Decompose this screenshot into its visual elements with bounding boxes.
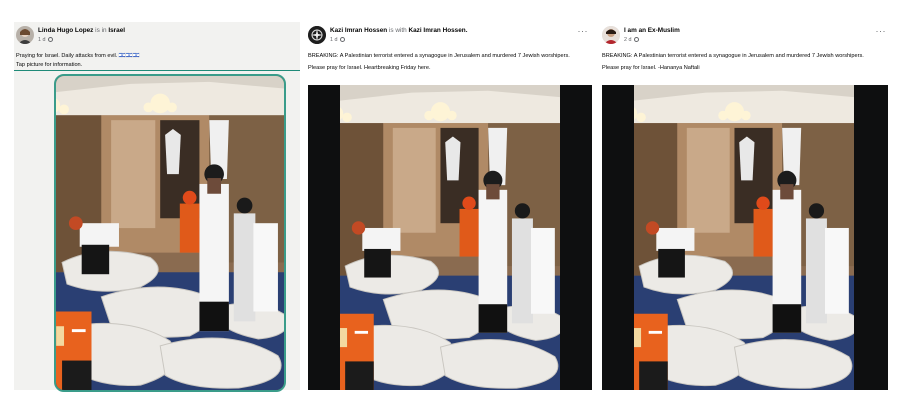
timestamp-row: 1 d bbox=[38, 37, 53, 43]
post-card-3: I am an Ex-Muslim 2 d ··· BREAKING: A Pa… bbox=[600, 22, 890, 390]
post-card-1: Linda Hugo Lopez is in Israel 1 d Prayin… bbox=[14, 22, 300, 392]
more-options-icon[interactable]: ··· bbox=[578, 26, 589, 36]
post-text: Praying for Israel. Daily attacks from e… bbox=[16, 52, 296, 69]
photo-content bbox=[634, 85, 854, 390]
post-text-line: BREAKING: A Palestinian terrorist entere… bbox=[308, 53, 570, 59]
author-line: Kazi Imran Hossen is with Kazi Imran Hos… bbox=[330, 27, 467, 34]
author-line: Linda Hugo Lopez is in Israel bbox=[38, 27, 125, 34]
post-text-line: Please pray for Israel. -Hananya Naftali bbox=[602, 64, 700, 71]
author-name[interactable]: Kazi Imran Hossen bbox=[330, 27, 387, 34]
timestamp[interactable]: 1 d bbox=[38, 37, 46, 43]
connector-text: is with bbox=[388, 27, 407, 34]
timestamp-row: 1 d bbox=[330, 37, 345, 43]
post-text: BREAKING: A Palestinian terrorist entere… bbox=[602, 52, 886, 72]
more-options-icon[interactable]: ··· bbox=[876, 26, 887, 36]
avatar[interactable] bbox=[16, 26, 34, 44]
post-text-line: Please pray for Israel. Heartbreaking Fr… bbox=[308, 64, 431, 71]
author-line: I am an Ex-Muslim bbox=[624, 27, 680, 34]
timestamp[interactable]: 2 d bbox=[624, 37, 632, 43]
author-name[interactable]: I am an Ex-Muslim bbox=[624, 27, 680, 34]
avatar[interactable] bbox=[308, 26, 326, 44]
post-text-line: Praying for Israel. Daily attacks from e… bbox=[16, 53, 140, 59]
post-photo[interactable] bbox=[54, 74, 286, 392]
globe-icon bbox=[340, 37, 345, 42]
avatar[interactable] bbox=[602, 26, 620, 44]
globe-icon bbox=[634, 37, 639, 42]
place-link[interactable]: Israel bbox=[108, 27, 125, 34]
timestamp-row: 2 d bbox=[624, 37, 639, 43]
post-text-line: BREAKING: A Palestinian terrorist entere… bbox=[602, 53, 864, 59]
photo-content bbox=[340, 85, 560, 390]
tagged-person[interactable]: Kazi Imran Hossen. bbox=[409, 27, 468, 34]
post-text-line: Tap picture for information. bbox=[16, 61, 83, 68]
globe-icon bbox=[48, 37, 53, 42]
author-name[interactable]: Linda Hugo Lopez bbox=[38, 27, 93, 34]
connector-text: is in bbox=[95, 27, 107, 34]
post-card-2: Kazi Imran Hossen is with Kazi Imran Hos… bbox=[306, 22, 592, 390]
timestamp[interactable]: 1 d bbox=[330, 37, 338, 43]
post-text: BREAKING: A Palestinian terrorist entere… bbox=[308, 52, 588, 72]
post-photo[interactable] bbox=[602, 85, 888, 390]
post-header: I am an Ex-Muslim 2 d ··· bbox=[602, 26, 888, 52]
post-header: Linda Hugo Lopez is in Israel 1 d bbox=[16, 26, 298, 52]
post-header: Kazi Imran Hossen is with Kazi Imran Hos… bbox=[308, 26, 590, 52]
link-divider bbox=[14, 70, 300, 71]
post-photo[interactable] bbox=[308, 85, 592, 390]
photo-content bbox=[56, 76, 284, 390]
